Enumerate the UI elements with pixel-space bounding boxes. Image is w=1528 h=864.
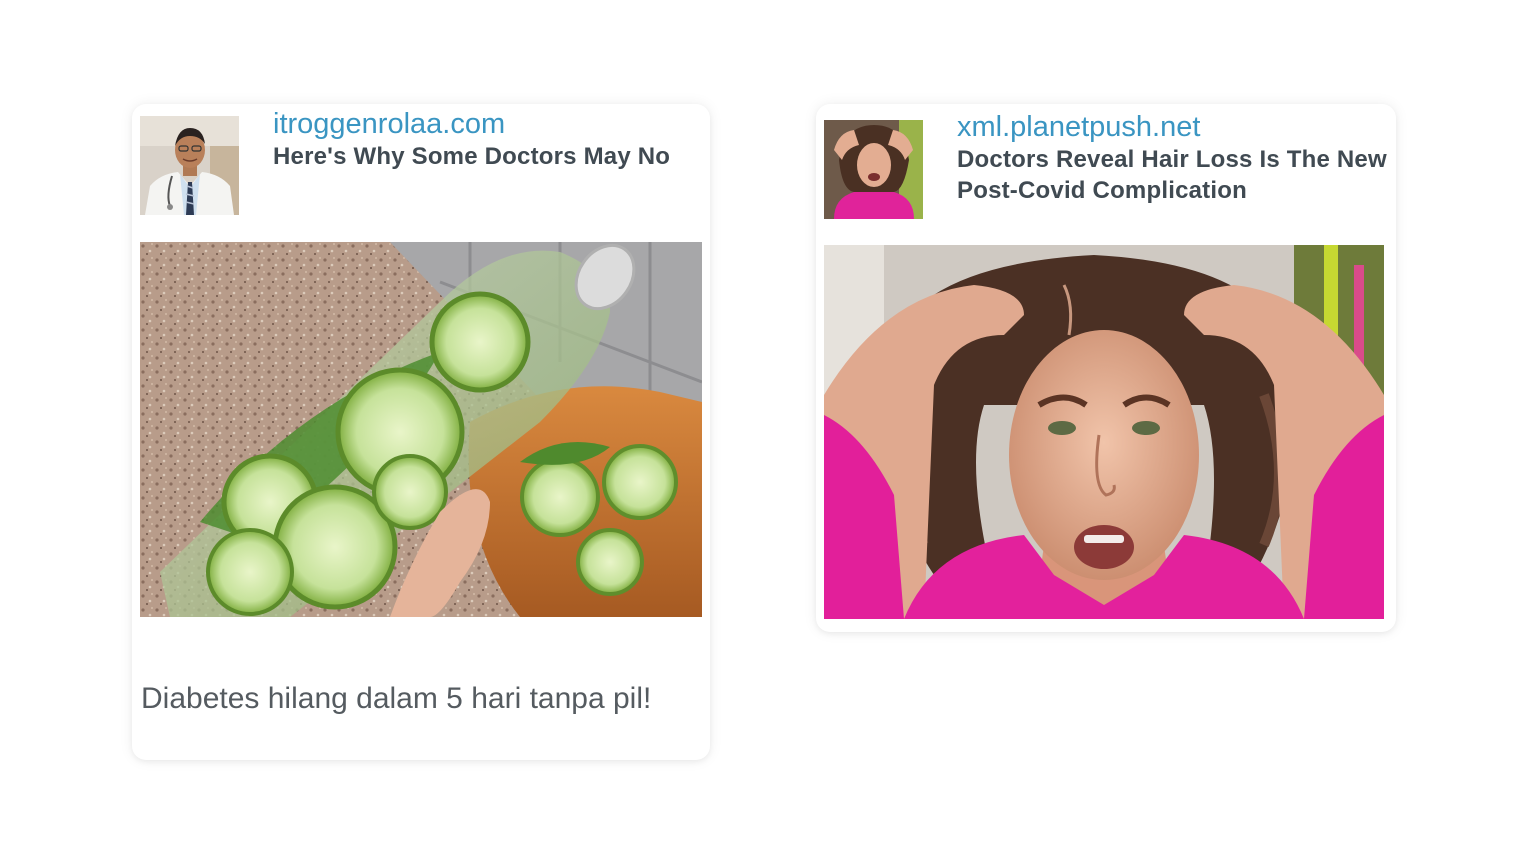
ad-hero-image[interactable]: [140, 242, 702, 617]
woman-holding-hair-icon: [824, 120, 923, 219]
doctor-portrait-icon: [140, 116, 239, 215]
woman-holding-hair-icon: [824, 245, 1384, 619]
ad-headline[interactable]: Doctors Reveal Hair Loss Is The New Post…: [957, 144, 1389, 206]
ad-hero-image[interactable]: [824, 245, 1384, 619]
woman-thumbnail[interactable]: [824, 120, 923, 219]
doctor-thumbnail[interactable]: [140, 116, 239, 215]
cucumber-infused-water-bottle-icon: [140, 242, 702, 617]
ad-source-link[interactable]: xml.planetpush.net: [957, 111, 1200, 143]
ad-headline[interactable]: Here's Why Some Doctors May No: [273, 141, 703, 172]
ad-card-doctors[interactable]: itroggenrolaa.com Here's Why Some Doctor…: [132, 104, 710, 760]
ad-grid: itroggenrolaa.com Here's Why Some Doctor…: [0, 0, 1528, 864]
ad-card-hair-loss[interactable]: xml.planetpush.net Doctors Reveal Hair L…: [816, 104, 1396, 632]
ad-caption[interactable]: Diabetes hilang dalam 5 hari tanpa pil!: [141, 679, 701, 719]
ad-source-link[interactable]: itroggenrolaa.com: [273, 108, 505, 140]
